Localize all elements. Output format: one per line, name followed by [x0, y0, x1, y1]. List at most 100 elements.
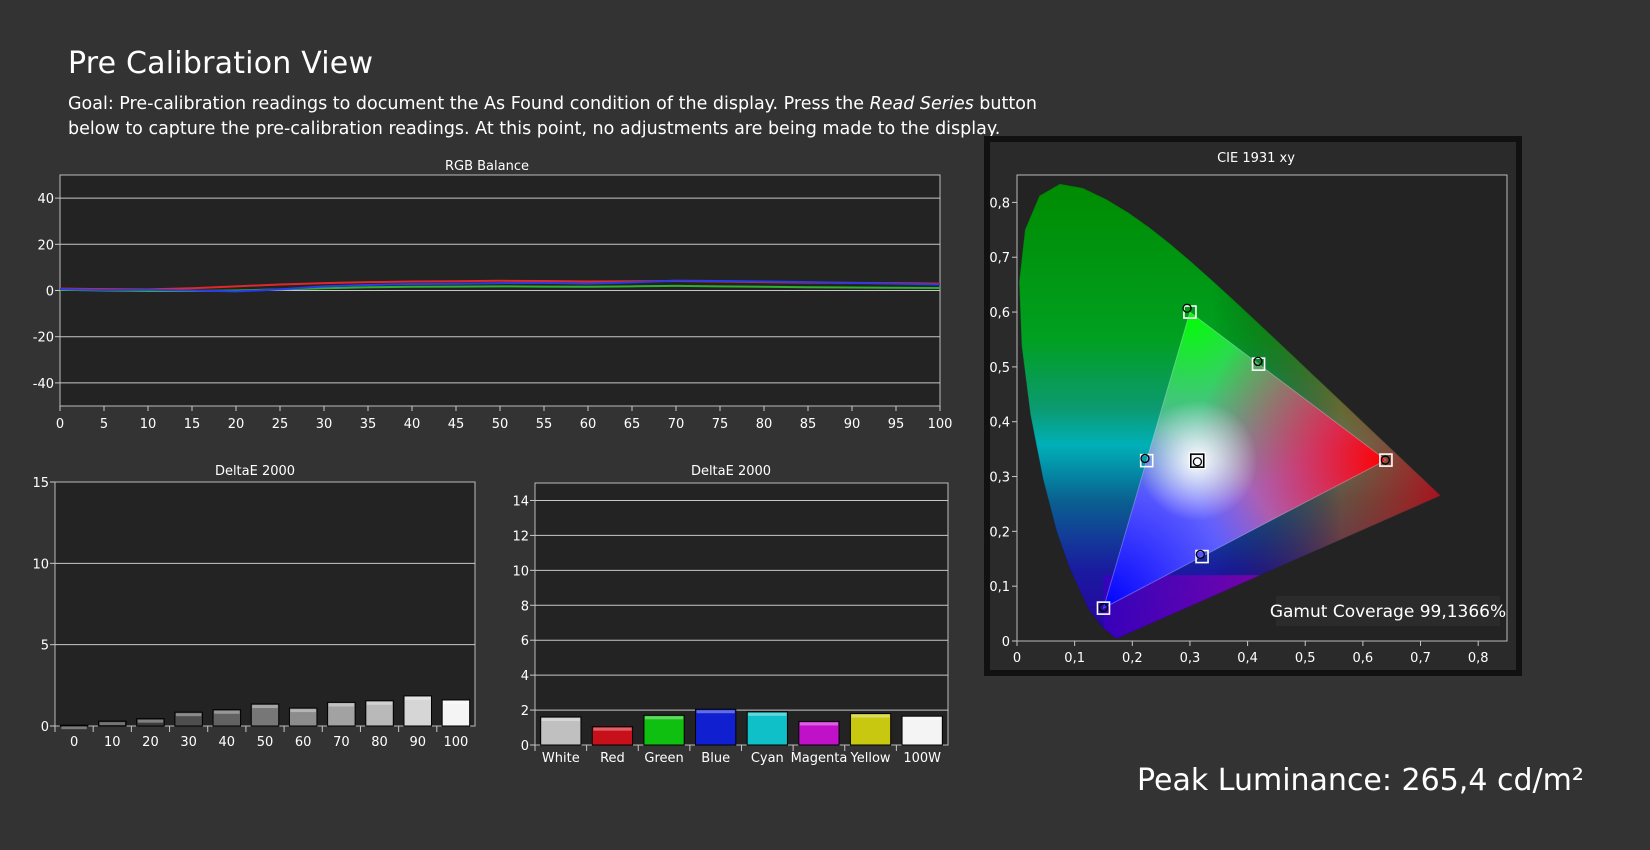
page-title: Pre Calibration View: [68, 46, 374, 81]
rgb-xtick-label: 75: [712, 417, 729, 432]
rgb-xtick-label: 70: [668, 417, 685, 432]
bar-highlight: [799, 722, 839, 726]
cie-xtick-label: 0,7: [1410, 651, 1431, 666]
bar-cyan: [746, 711, 788, 746]
cie-ytick-label: 0: [1002, 635, 1010, 650]
bar-xtick-label: Cyan: [751, 751, 784, 766]
bar-xtick-label: Magenta: [791, 751, 848, 766]
rgb-xtick-label: 65: [624, 417, 641, 432]
bar-highlight: [61, 726, 87, 730]
bar-100w: [901, 715, 943, 746]
rgb-xtick-label: 60: [580, 417, 597, 432]
bar-xtick-label: Green: [644, 751, 683, 766]
bar-highlight: [644, 716, 684, 720]
deltae-colors-chart: DeltaE 2000 0 2 4 6 8 10 12 14 White Red Green Blue…: [512, 464, 949, 766]
bar-xtick-label: White: [542, 751, 580, 766]
read-series-emphasis: Read Series: [869, 94, 974, 114]
deltae-grayscale-plot-area: [54, 481, 476, 727]
bar-highlight: [328, 703, 355, 707]
cie-xtick-label: 0,5: [1295, 651, 1316, 666]
bar-ytick-label: 2: [521, 704, 529, 719]
rgb-ytick-label: -20: [33, 331, 54, 346]
bar-xtick-label: Yellow: [850, 751, 891, 766]
bar-highlight: [404, 696, 431, 700]
deltae-colors-title: DeltaE 2000: [691, 464, 771, 479]
peak-luminance: Peak Luminance: 265,4 cd/m²: [1137, 763, 1584, 798]
bar-highlight: [541, 718, 580, 722]
bar-xtick-label: 40: [219, 735, 236, 750]
bar-highlight: [290, 709, 316, 713]
bar-ytick-label: 5: [41, 639, 49, 654]
rgb-xtick-label: 80: [756, 417, 773, 432]
bar-highlight: [443, 700, 469, 704]
bar-highlight: [214, 710, 240, 714]
cie-ytick-label: 0,8: [989, 196, 1010, 211]
bar-0: [59, 724, 89, 727]
bar-xtick-label: 30: [180, 735, 197, 750]
bar-90: [403, 695, 432, 727]
rgb-xtick-label: 20: [228, 417, 245, 432]
bar-xtick-label: 80: [371, 735, 388, 750]
cie-ytick-label: 0,4: [989, 416, 1010, 431]
cie-xtick-label: 0,4: [1237, 651, 1258, 666]
rgb-xtick-label: 10: [140, 417, 157, 432]
cie-ytick-label: 0,5: [989, 361, 1010, 376]
cie-ytick-label: 0,2: [989, 525, 1010, 540]
bar-green: [643, 714, 685, 746]
bar-xtick-label: 20: [142, 735, 159, 750]
cie-xtick-label: 0,1: [1064, 651, 1085, 666]
cie-xtick-label: 0: [1013, 651, 1021, 666]
cie-ytick-label: 0,6: [989, 306, 1010, 321]
bar-highlight: [748, 712, 787, 716]
rgb-xtick-label: 35: [360, 417, 377, 432]
bar-xtick-label: 60: [295, 735, 312, 750]
bar-highlight: [593, 727, 632, 731]
bar-highlight: [696, 710, 735, 714]
rgb-balance-title: RGB Balance: [445, 159, 529, 174]
deltae-colors-plot-area: [534, 482, 949, 746]
rgb-xtick-label: 90: [844, 417, 861, 432]
goal-description: Goal: Pre-calibration readings to docume…: [68, 92, 1088, 142]
rgb-xtick-label: 50: [492, 417, 509, 432]
cie-ytick-label: 0,7: [989, 251, 1010, 266]
bar-blue: [695, 708, 737, 746]
bar-ytick-label: 12: [512, 529, 529, 544]
bar-ytick-label: 14: [512, 494, 529, 509]
bar-ytick-label: 10: [512, 564, 529, 579]
cie-xtick-label: 0,3: [1180, 651, 1201, 666]
bar-highlight: [99, 722, 126, 726]
rgb-xtick-label: 40: [404, 417, 421, 432]
cie-xtick-label: 0,8: [1468, 651, 1489, 666]
bar-xtick-label: 90: [409, 735, 426, 750]
bar-highlight: [851, 714, 890, 718]
rgb-xtick-label: 55: [536, 417, 553, 432]
rgb-ytick-label: 40: [37, 192, 54, 207]
rgb-xtick-label: 0: [56, 417, 64, 432]
rgb-xtick-label: 30: [316, 417, 333, 432]
bar-ytick-label: 10: [32, 557, 49, 572]
bar-xtick-label: 50: [257, 735, 274, 750]
bar-ytick-label: 8: [521, 599, 529, 614]
cie-title: CIE 1931 xy: [1217, 151, 1295, 166]
cie-1931-chart: CIE 1931 xy 0 0,1 0,2 0,3 0,4 0,5 0,6 0,7 0,8 0 0,…: [984, 136, 1522, 676]
rgb-xtick-label: 85: [800, 417, 817, 432]
bar-highlight: [137, 719, 164, 723]
cie-xtick-label: 0,6: [1353, 651, 1374, 666]
bar-xtick-label: 0: [70, 735, 78, 750]
cie-ytick-label: 0,1: [989, 580, 1010, 595]
rgb-xtick-label: 95: [888, 417, 905, 432]
bar-ytick-label: 4: [521, 669, 529, 684]
rgb-xtick-label: 25: [272, 417, 289, 432]
bar-highlight: [175, 713, 202, 717]
bar-white: [540, 716, 582, 746]
bar-highlight: [252, 705, 278, 709]
bar-ytick-label: 0: [41, 720, 49, 735]
rgb-xtick-label: 45: [448, 417, 465, 432]
deltae-grayscale-chart: DeltaE 2000 0 5 10 15 0 10 20 30 40 50 60 70 80 90 100: [32, 464, 476, 750]
bar-yellow: [849, 713, 892, 746]
bar-xtick-label: Red: [600, 751, 625, 766]
rgb-ytick-label: -40: [33, 377, 54, 392]
bar-highlight: [366, 701, 393, 705]
rgb-xtick-label: 100: [928, 417, 953, 432]
bar-ytick-label: 0: [521, 739, 529, 754]
